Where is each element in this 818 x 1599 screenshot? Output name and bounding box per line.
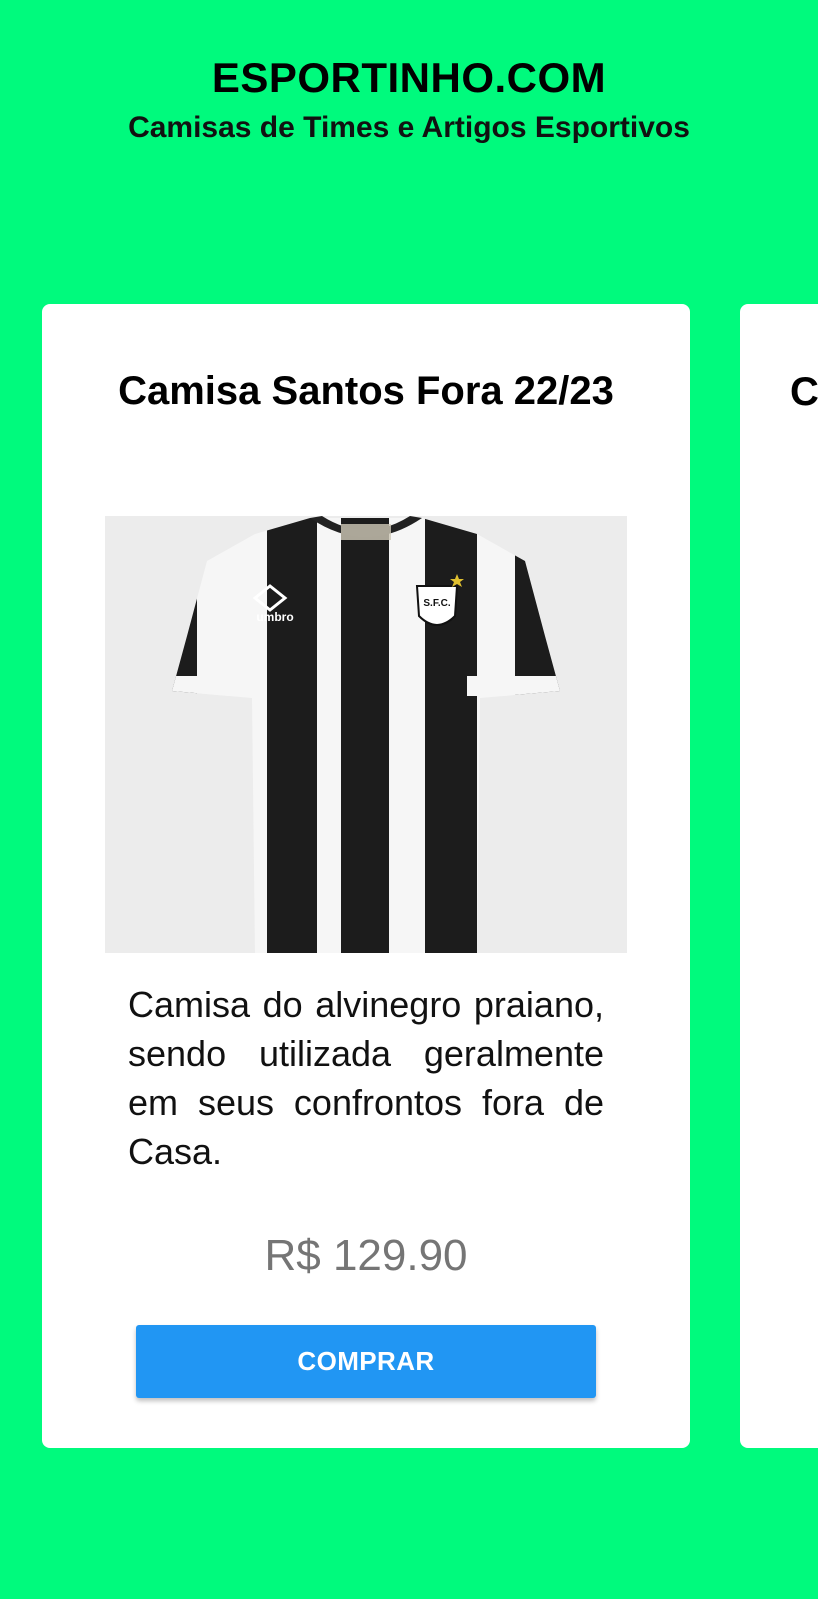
buy-button[interactable]: COMPRAR: [136, 1325, 596, 1398]
site-header: ESPORTINHO.COM Camisas de Times e Artigo…: [0, 50, 818, 148]
svg-text:umbro: umbro: [256, 610, 293, 624]
product-price: R$ 129.90: [264, 1231, 468, 1280]
product-image: umbro S.F.C.: [105, 516, 627, 953]
site-title: ESPORTINHO.COM: [211, 54, 607, 101]
next-product-title: C: [790, 370, 818, 414]
product-description: Camisa do alvinegro praiano, sendo utili…: [128, 984, 604, 1172]
product-title: Camisa Santos Fora 22/23: [118, 369, 614, 413]
site-subtitle: Camisas de Times e Artigos Esportivos: [128, 111, 690, 144]
next-product-card[interactable]: C: [740, 304, 818, 1448]
jersey-image: umbro S.F.C.: [105, 516, 627, 953]
svg-text:S.F.C.: S.F.C.: [423, 598, 450, 609]
page: ESPORTINHO.COM Camisas de Times e Artigo…: [0, 0, 818, 1599]
product-card: Camisa Santos Fora 22/23 umbro S.F.C. Ca…: [42, 304, 690, 1448]
product-carousel[interactable]: Camisa Santos Fora 22/23 umbro S.F.C. Ca…: [0, 304, 818, 1450]
